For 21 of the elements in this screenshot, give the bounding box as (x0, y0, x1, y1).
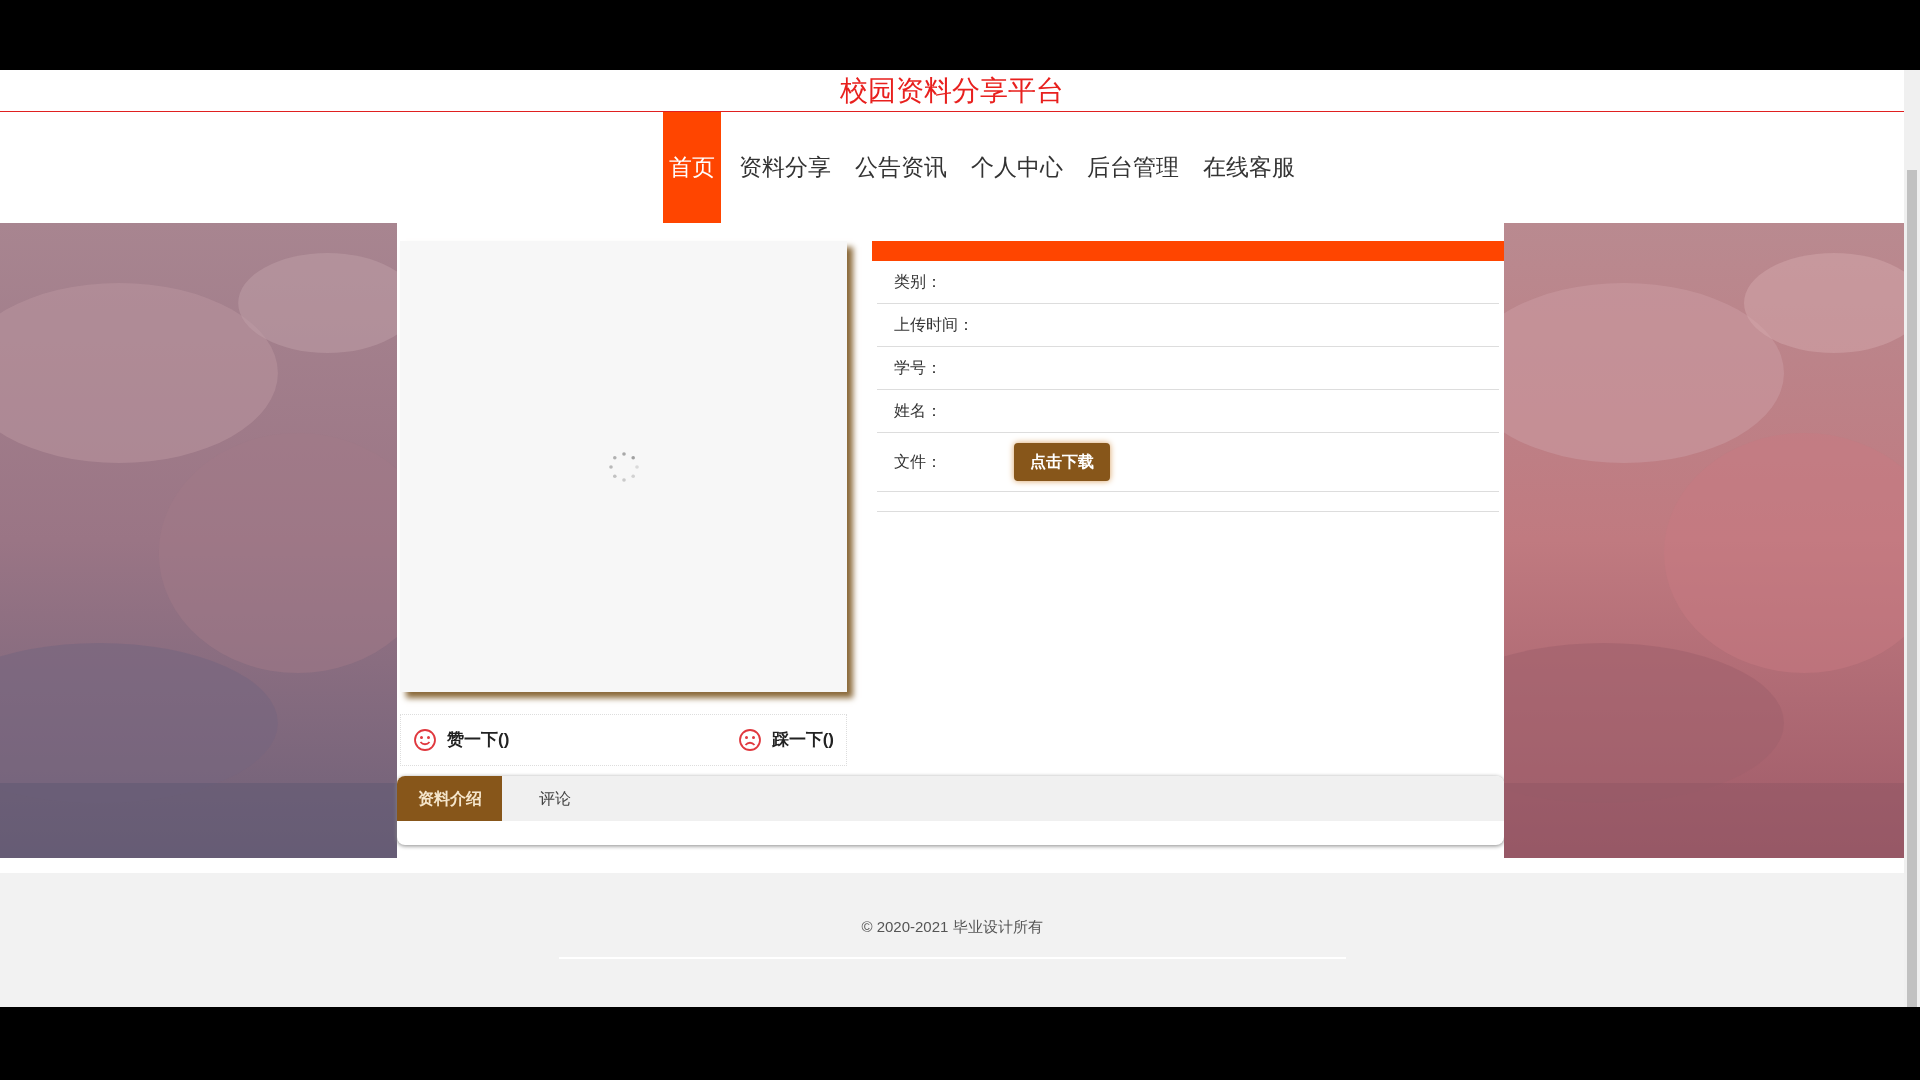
smiley-icon (413, 728, 437, 752)
field-label: 上传时间： (894, 315, 975, 335)
frown-icon (737, 728, 762, 752)
download-button[interactable]: 点击下载 (1014, 443, 1110, 481)
like-button[interactable]: 赞一下() (413, 727, 510, 753)
site-title: 校园资料分享平台 (840, 72, 1064, 109)
copyright-text: © 2020-2021 毕业设计所有 (861, 917, 1043, 937)
loading-spinner-icon (606, 449, 641, 484)
tab[interactable]: 评论 (502, 776, 607, 821)
nav-link[interactable]: 资料分享 (733, 112, 837, 223)
tab[interactable]: 资料介绍 (397, 776, 502, 821)
field-label: 文件： (894, 452, 943, 472)
nav-link[interactable]: 个人中心 (965, 112, 1069, 223)
nav-link[interactable]: 在线客服 (1197, 112, 1301, 223)
field-label: 姓名： (894, 401, 943, 421)
dislike-button[interactable]: 踩一下() (737, 727, 834, 753)
field-label: 类别： (894, 272, 943, 292)
field-label: 学号： (894, 358, 943, 378)
nav-link[interactable]: 公告资讯 (849, 112, 953, 223)
scrollbar[interactable] (1904, 70, 1920, 1007)
nav-link[interactable]: 后台管理 (1081, 112, 1185, 223)
